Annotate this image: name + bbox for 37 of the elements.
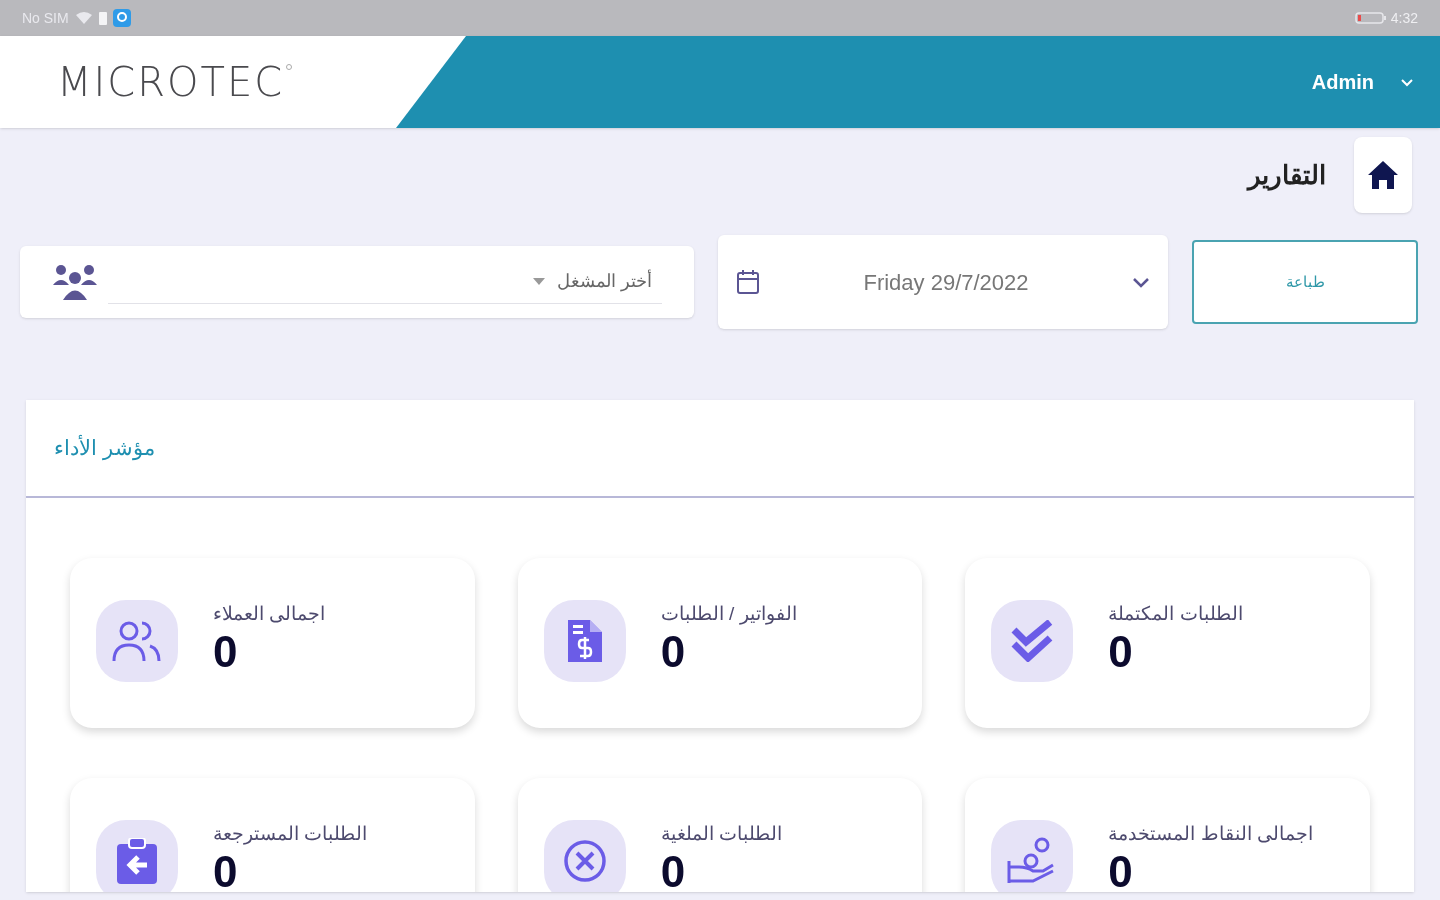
- stat-label: الطلبات المكتملة: [1108, 602, 1243, 626]
- select-placeholder: أختر المشغل: [557, 268, 652, 294]
- users-icon: [112, 619, 162, 663]
- battery-icon: [98, 11, 107, 25]
- page-title: التقارير: [1248, 158, 1326, 193]
- date-picker[interactable]: Friday 29/7/2022: [718, 235, 1168, 329]
- stat-value: 0: [1108, 628, 1133, 676]
- stat-value: 0: [660, 848, 686, 892]
- logo-text: MICROTEC: [57, 62, 285, 102]
- print-button[interactable]: طباعة: [1192, 240, 1418, 324]
- user-menu[interactable]: Admin: [1311, 67, 1374, 97]
- stat-label: الفواتير / الطلبات: [660, 602, 797, 627]
- stat-label: اجمالى العملاء: [213, 602, 326, 626]
- chevron-down-icon: [1132, 276, 1150, 288]
- stat-label: اجمالى النقاط المستخدمة: [1108, 822, 1313, 846]
- home-icon: [1367, 160, 1399, 190]
- stat-value: 0: [660, 628, 686, 676]
- double-check-icon: [1010, 620, 1055, 662]
- wifi-icon: [74, 11, 93, 25]
- cancel-circle-icon: [562, 839, 607, 883]
- stat-value: 0: [1108, 848, 1133, 892]
- group-icon: [52, 263, 98, 301]
- home-button[interactable]: [1354, 137, 1412, 213]
- stat-value: 0: [213, 628, 238, 676]
- app-icon: [112, 9, 131, 27]
- chevron-down-icon[interactable]: [1400, 77, 1414, 87]
- caret-icon: [533, 278, 545, 285]
- stat-label: الطلبات الملغية: [660, 822, 782, 846]
- invoice-icon: [567, 620, 602, 662]
- calendar-icon: [736, 269, 760, 295]
- panel-title: مؤشر الأداء: [54, 434, 155, 463]
- battery-icon: [1354, 11, 1387, 25]
- clipboard-arrow-icon: [117, 838, 157, 884]
- date-text: Friday 29/7/2022: [862, 268, 1030, 297]
- stat-value: 0: [213, 848, 238, 892]
- stat-label: الطلبات المسترجعة: [213, 822, 368, 847]
- operator-select[interactable]: أختر المشغل: [20, 246, 694, 318]
